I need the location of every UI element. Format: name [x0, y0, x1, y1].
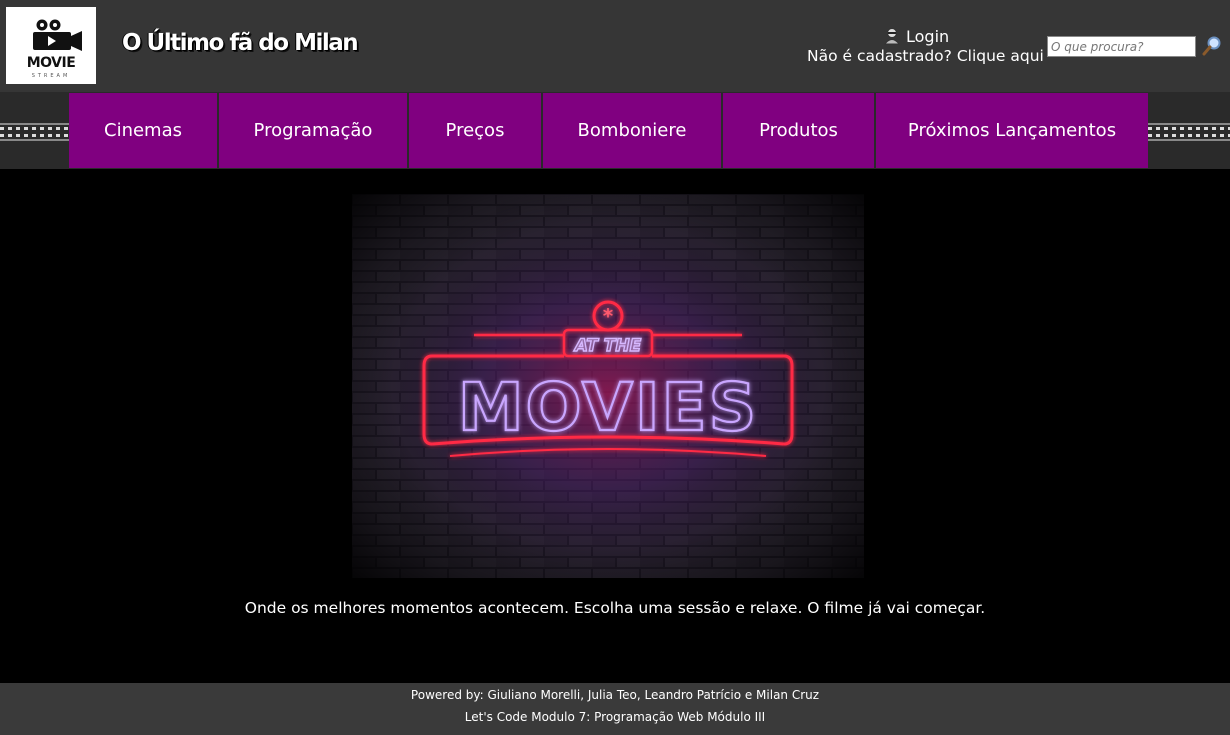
nav-item-proximos-lancamentos[interactable]: Próximos Lançamentos: [876, 93, 1148, 168]
filmstrip-right: [1148, 123, 1230, 141]
search-input[interactable]: [1047, 36, 1196, 57]
movie-camera-icon: [33, 19, 82, 51]
nav-item-cinemas[interactable]: Cinemas: [69, 93, 219, 168]
logo-text: MOVIE: [26, 55, 76, 71]
nav-item-produtos[interactable]: Produtos: [723, 93, 876, 168]
login-label: Login: [906, 26, 950, 46]
hero-image: * AT THE MOVIES: [352, 194, 864, 578]
footer-course: Let's Code Modulo 7: Programação Web Mód…: [464, 710, 766, 724]
user-icon: [884, 28, 900, 45]
search-button[interactable]: [1201, 35, 1223, 57]
site-footer: Powered by: Giuliano Morelli, Julia Teo,…: [0, 683, 1230, 735]
register-link[interactable]: Não é cadastrado? Clique aqui: [807, 47, 1044, 65]
site-logo[interactable]: MOVIE STREAM: [6, 7, 96, 84]
nav-item-bomboniere[interactable]: Bomboniere: [543, 93, 723, 168]
login-link[interactable]: Login: [884, 25, 949, 47]
tagline: Onde os melhores momentos acontecem. Esc…: [244, 599, 986, 617]
sign-at-the: AT THE: [573, 336, 642, 356]
sign-movies: MOVIES: [458, 369, 758, 446]
svg-text:*: *: [603, 304, 614, 328]
main-nav: Cinemas Programação Preços Bomboniere Pr…: [69, 93, 1148, 168]
footer-credits: Powered by: Giuliano Morelli, Julia Teo,…: [410, 688, 820, 702]
site-title: O Último fã do Milan: [122, 30, 359, 56]
magnifier-icon: [1202, 36, 1221, 56]
nav-item-programacao[interactable]: Programação: [219, 93, 409, 168]
filmstrip-left: [0, 123, 69, 141]
site-header: MOVIE STREAM O Último fã do Milan Login …: [0, 0, 1230, 92]
nav-item-precos[interactable]: Preços: [409, 93, 543, 168]
logo-subtext: STREAM: [31, 73, 71, 79]
